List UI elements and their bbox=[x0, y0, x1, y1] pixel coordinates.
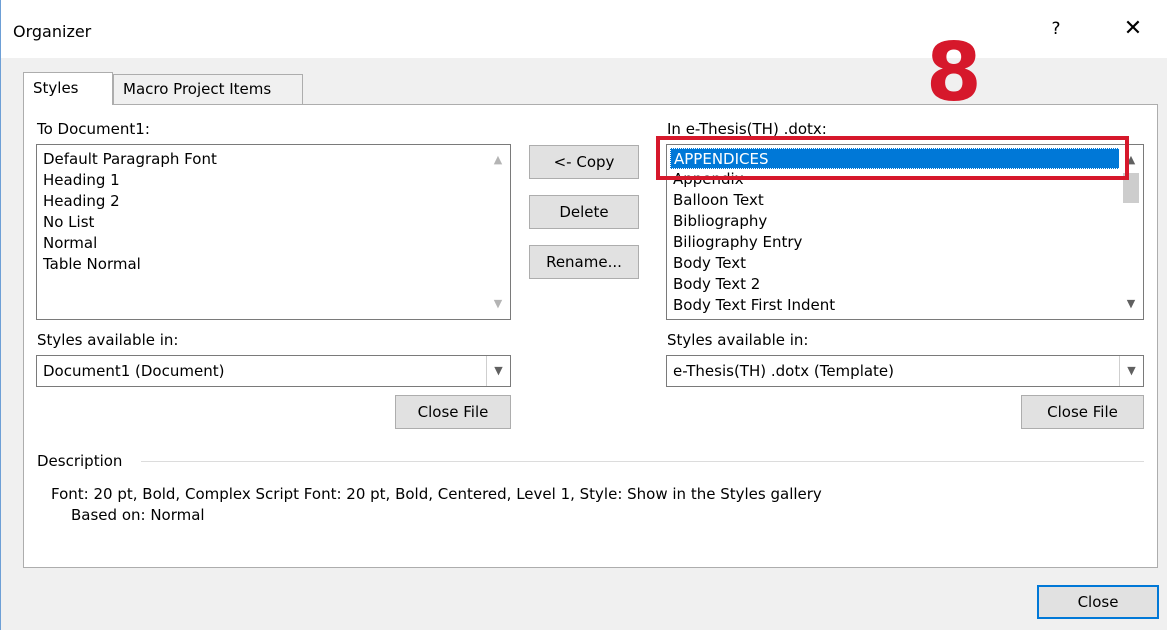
description-line-2: Based on: Normal bbox=[71, 506, 205, 524]
list-item[interactable]: Bibliography bbox=[667, 211, 1143, 232]
description-text: Font: 20 pt, Bold, Complex Script Font: … bbox=[51, 484, 822, 526]
rename-button[interactable]: Rename... bbox=[529, 245, 639, 279]
in-template-label: In e-Thesis(TH) .dotx: bbox=[667, 120, 827, 138]
delete-button[interactable]: Delete bbox=[529, 195, 639, 229]
left-select-value: Document1 (Document) bbox=[43, 362, 225, 380]
right-select-value: e-Thesis(TH) .dotx (Template) bbox=[673, 362, 895, 380]
annotation-step-number: 8 bbox=[926, 26, 982, 119]
list-item[interactable]: Body Text First Indent bbox=[667, 295, 1143, 316]
left-close-file-button[interactable]: Close File bbox=[395, 395, 511, 429]
list-item[interactable]: Balloon Text bbox=[667, 190, 1143, 211]
tab-styles[interactable]: Styles bbox=[23, 72, 113, 105]
copy-button[interactable]: <- Copy bbox=[529, 145, 639, 179]
chevron-down-icon[interactable]: ▼ bbox=[486, 293, 510, 315]
description-divider bbox=[141, 461, 1144, 462]
left-styles-available-select[interactable]: Document1 (Document) ▼ bbox=[36, 355, 511, 387]
list-item[interactable]: Biliography Entry bbox=[667, 232, 1143, 253]
right-list-scrollbar[interactable]: ▲ ▼ bbox=[1119, 145, 1143, 319]
chevron-up-icon[interactable]: ▲ bbox=[486, 149, 510, 171]
description-line-1: Font: 20 pt, Bold, Complex Script Font: … bbox=[51, 485, 822, 503]
left-styles-available-label: Styles available in: bbox=[37, 331, 179, 349]
left-list-scrollbar[interactable]: ▲ ▼ bbox=[486, 145, 510, 319]
left-styles-list[interactable]: Default Paragraph Font Heading 1 Heading… bbox=[36, 144, 511, 320]
list-item-selected[interactable]: APPENDICES bbox=[670, 148, 1141, 169]
list-item[interactable]: Body Text bbox=[667, 253, 1143, 274]
list-item[interactable]: No List bbox=[37, 212, 510, 233]
chevron-down-icon[interactable]: ▼ bbox=[486, 356, 510, 386]
list-item[interactable]: Default Paragraph Font bbox=[37, 149, 510, 170]
help-button[interactable]: ? bbox=[1041, 14, 1071, 44]
title-bar: Organizer ? ✕ bbox=[1, 0, 1167, 58]
list-item[interactable]: Normal bbox=[37, 233, 510, 254]
list-item[interactable]: Heading 1 bbox=[37, 170, 510, 191]
close-button[interactable]: Close bbox=[1037, 585, 1159, 619]
to-document-label: To Document1: bbox=[37, 120, 150, 138]
list-item[interactable]: Heading 2 bbox=[37, 191, 510, 212]
chevron-down-icon[interactable]: ▼ bbox=[1119, 293, 1143, 315]
list-item[interactable]: Table Normal bbox=[37, 254, 510, 275]
dialog-title: Organizer bbox=[13, 22, 92, 41]
scrollbar-thumb[interactable] bbox=[1123, 173, 1139, 203]
chevron-up-icon[interactable]: ▲ bbox=[1119, 149, 1143, 171]
right-styles-available-label: Styles available in: bbox=[667, 331, 809, 349]
close-icon[interactable]: ✕ bbox=[1118, 14, 1148, 44]
list-item[interactable]: Body Text 2 bbox=[667, 274, 1143, 295]
chevron-down-icon[interactable]: ▼ bbox=[1119, 356, 1143, 386]
tab-macro-project-items[interactable]: Macro Project Items bbox=[113, 74, 303, 104]
organizer-dialog: Organizer ? ✕ Styles Macro Project Items… bbox=[0, 0, 1167, 630]
description-label: Description bbox=[37, 452, 123, 470]
right-close-file-button[interactable]: Close File bbox=[1021, 395, 1144, 429]
list-item[interactable]: Appendix bbox=[667, 169, 1143, 190]
right-styles-available-select[interactable]: e-Thesis(TH) .dotx (Template) ▼ bbox=[666, 355, 1144, 387]
right-styles-list[interactable]: APPENDICES Appendix Balloon Text Bibliog… bbox=[666, 144, 1144, 320]
